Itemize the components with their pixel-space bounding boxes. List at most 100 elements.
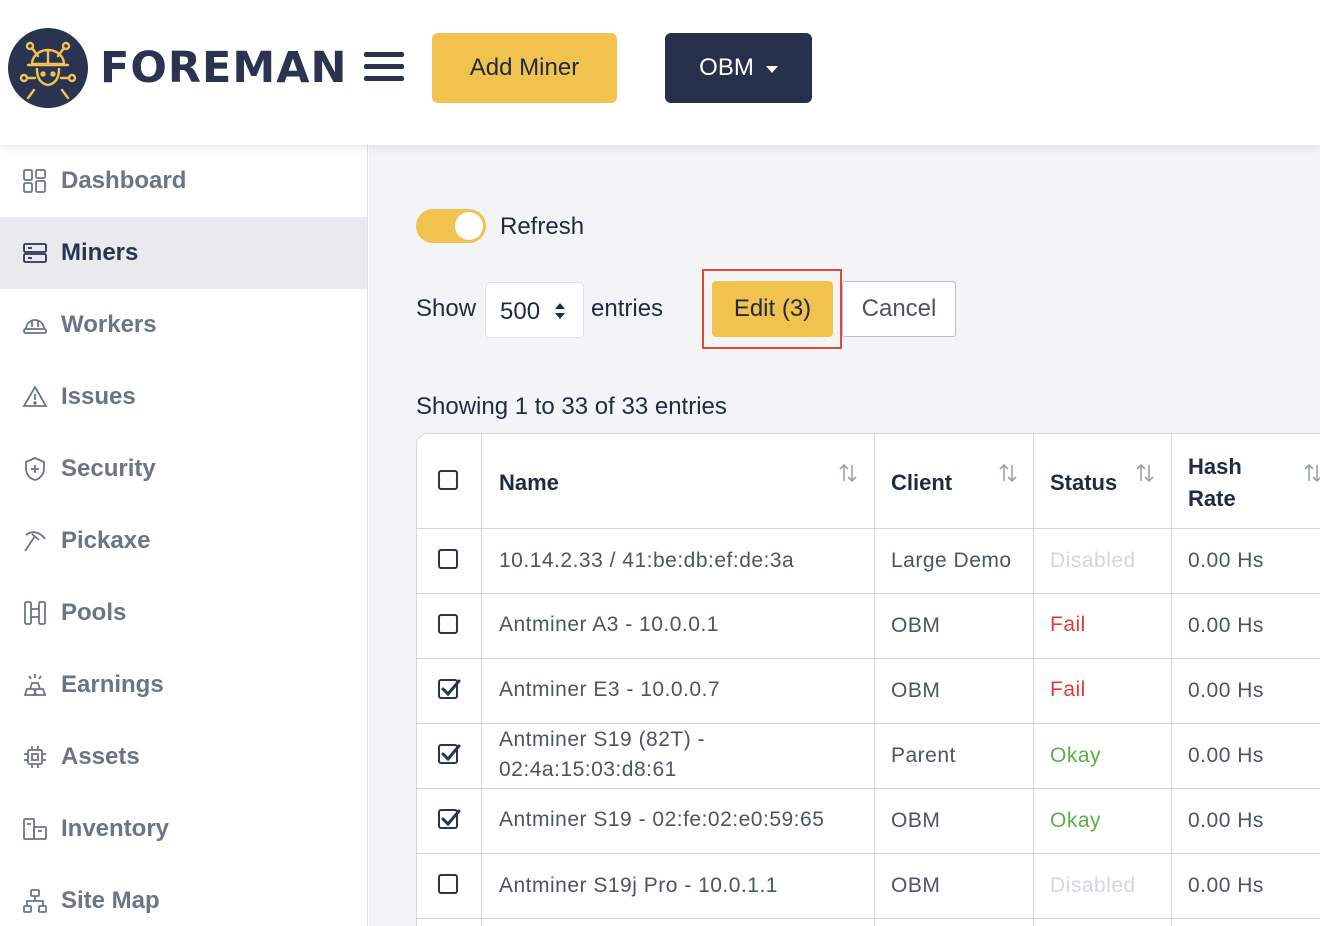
sidebar-item-label: Pickaxe xyxy=(61,527,151,554)
boxes-icon xyxy=(23,818,47,840)
miner-name[interactable]: Antminer S19 - 02:fe:02:e0:59:65 xyxy=(499,808,824,832)
table-row[interactable]: Antminer S19 (82T) - 02:4a:15:03:d8:61 P… xyxy=(417,724,1320,789)
status-badge: Disabled xyxy=(1050,874,1136,897)
sidebar-item-label: Pools xyxy=(61,599,127,626)
sidebar-item-label: Workers xyxy=(61,311,157,338)
server-icon xyxy=(23,243,47,263)
status-badge: Fail xyxy=(1050,678,1086,701)
sidebar-item-label: Site Map xyxy=(61,887,160,914)
sidebar-item-dashboard[interactable]: Dashboard xyxy=(0,145,367,217)
status-badge: Disabled xyxy=(1050,549,1136,572)
sidebar-item-label: Issues xyxy=(61,383,136,410)
sidebar-item-workers[interactable]: Workers xyxy=(0,289,367,361)
header-hash-rate-line2[interactable]: Rate xyxy=(1188,486,1236,512)
miners-table: Name Client Status Hash Rate 10.14.2.33 … xyxy=(416,433,1320,926)
hash-rate: 0.00 Hs xyxy=(1188,549,1264,572)
sort-arrows-icon xyxy=(555,303,565,319)
sidebar-item-pools[interactable]: Pools xyxy=(0,577,367,649)
row-checkbox-checked[interactable] xyxy=(438,679,461,699)
sort-icon[interactable] xyxy=(837,462,859,484)
checkmark-icon xyxy=(441,809,461,827)
sidebar-item-inventory[interactable]: Inventory xyxy=(0,793,367,865)
row-checkbox[interactable] xyxy=(438,614,458,634)
hash-rate: 0.00 Hs xyxy=(1188,874,1264,897)
sort-icon[interactable] xyxy=(997,462,1019,484)
sidebar-item-assets[interactable]: Assets xyxy=(0,721,367,793)
cancel-button[interactable]: Cancel xyxy=(842,281,956,337)
table-row[interactable]: Antminer A3 - 10.0.0.1 OBM Fail 0.00 Hs xyxy=(417,594,1320,659)
toggle-knob xyxy=(455,212,483,240)
hash-rate: 0.00 Hs xyxy=(1188,744,1264,767)
page-size-select[interactable]: 500 xyxy=(485,282,584,338)
sidebar-item-site-map[interactable]: Site Map xyxy=(0,865,367,926)
row-checkbox-checked[interactable] xyxy=(438,744,461,764)
checkmark-icon xyxy=(441,679,461,697)
table-row[interactable]: Antminer S19j Pro - 10.0.1.1 OBM Disable… xyxy=(417,854,1320,919)
sidebar-item-label: Dashboard xyxy=(61,167,187,194)
select-all-checkbox[interactable] xyxy=(438,470,458,490)
sidebar-item-label: Earnings xyxy=(61,671,164,698)
hash-rate: 0.00 Hs xyxy=(1188,809,1264,832)
sidebar-item-issues[interactable]: Issues xyxy=(0,361,367,433)
foreman-logo-icon[interactable] xyxy=(8,28,88,108)
sidebar-item-label: Security xyxy=(61,455,156,482)
sidebar-item-label: Inventory xyxy=(61,815,170,842)
warning-icon xyxy=(22,385,48,407)
page-size-value: 500 xyxy=(500,298,541,325)
hash-rate: 0.00 Hs xyxy=(1188,614,1264,637)
miner-client: OBM xyxy=(891,874,941,897)
entries-label: entries xyxy=(591,295,664,322)
table-row[interactable]: Antminer S19 - 02:fe:02:e0:59:65 OBM Oka… xyxy=(417,789,1320,854)
miner-name[interactable]: 10.14.2.33 / 41:be:db:ef:de:3a xyxy=(499,549,794,573)
sidebar: Dashboard Miners Workers Issues Security… xyxy=(0,145,368,926)
header-name[interactable]: Name xyxy=(499,470,559,496)
miner-name-line2[interactable]: 02:4a:15:03:d8:61 xyxy=(499,758,677,782)
table-row[interactable]: Antminer E3 - 10.0.0.7 OBM Fail 0.00 Hs xyxy=(417,659,1320,724)
row-checkbox[interactable] xyxy=(438,549,458,569)
table-row[interactable]: 10.14.2.33 / 41:be:db:ef:de:3a Large Dem… xyxy=(417,529,1320,594)
sidebar-item-earnings[interactable]: Earnings xyxy=(0,649,367,721)
miner-client: OBM xyxy=(891,614,941,637)
chip-icon xyxy=(24,746,46,768)
checkmark-icon xyxy=(441,744,461,762)
main-content: Refresh Show 500 entries Edit (3) Cancel… xyxy=(369,145,1320,926)
miner-name[interactable]: Antminer S19j Pro - 10.0.1.1 xyxy=(499,874,778,898)
add-miner-button[interactable]: Add Miner xyxy=(432,33,617,103)
sort-icon[interactable] xyxy=(1134,462,1156,484)
status-badge: Okay xyxy=(1050,809,1102,832)
client-selector-label: OBM xyxy=(699,54,754,81)
edit-button[interactable]: Edit (3) xyxy=(712,281,833,337)
pools-icon xyxy=(24,601,46,625)
row-checkbox-checked[interactable] xyxy=(438,809,461,829)
refresh-toggle[interactable] xyxy=(416,209,486,243)
top-header: FOREMAN Add Miner OBM xyxy=(0,0,1320,145)
pickaxe-icon xyxy=(24,531,46,552)
hardhat-icon xyxy=(23,319,47,334)
hamburger-menu-icon[interactable] xyxy=(364,52,404,82)
gold-bars-icon xyxy=(23,674,47,696)
header-client[interactable]: Client xyxy=(891,470,952,496)
sidebar-item-miners[interactable]: Miners xyxy=(0,217,367,289)
sidebar-item-pickaxe[interactable]: Pickaxe xyxy=(0,505,367,577)
dashboard-icon xyxy=(23,169,46,193)
showing-entries-text: Showing 1 to 33 of 33 entries xyxy=(416,393,727,420)
sidebar-item-security[interactable]: Security xyxy=(0,433,367,505)
miner-name[interactable]: Antminer S19 (82T) - xyxy=(499,728,705,752)
status-badge: Fail xyxy=(1050,613,1086,636)
sidebar-item-label: Assets xyxy=(61,743,140,770)
miner-client: Large Demo xyxy=(891,549,1012,572)
sort-icon[interactable] xyxy=(1302,462,1320,484)
miner-client: OBM xyxy=(891,679,941,702)
miner-client: Parent xyxy=(891,744,956,767)
client-selector-button[interactable]: OBM xyxy=(665,33,812,103)
row-checkbox[interactable] xyxy=(438,874,458,894)
miner-client: OBM xyxy=(891,809,941,832)
header-hash-rate-line1[interactable]: Hash xyxy=(1188,454,1242,480)
show-label: Show xyxy=(416,295,477,322)
miner-name[interactable]: Antminer E3 - 10.0.0.7 xyxy=(499,678,720,702)
header-status[interactable]: Status xyxy=(1050,470,1117,496)
brand-name[interactable]: FOREMAN xyxy=(100,40,347,96)
shield-icon xyxy=(25,457,45,481)
refresh-label: Refresh xyxy=(500,213,585,240)
miner-name[interactable]: Antminer A3 - 10.0.0.1 xyxy=(499,613,719,637)
